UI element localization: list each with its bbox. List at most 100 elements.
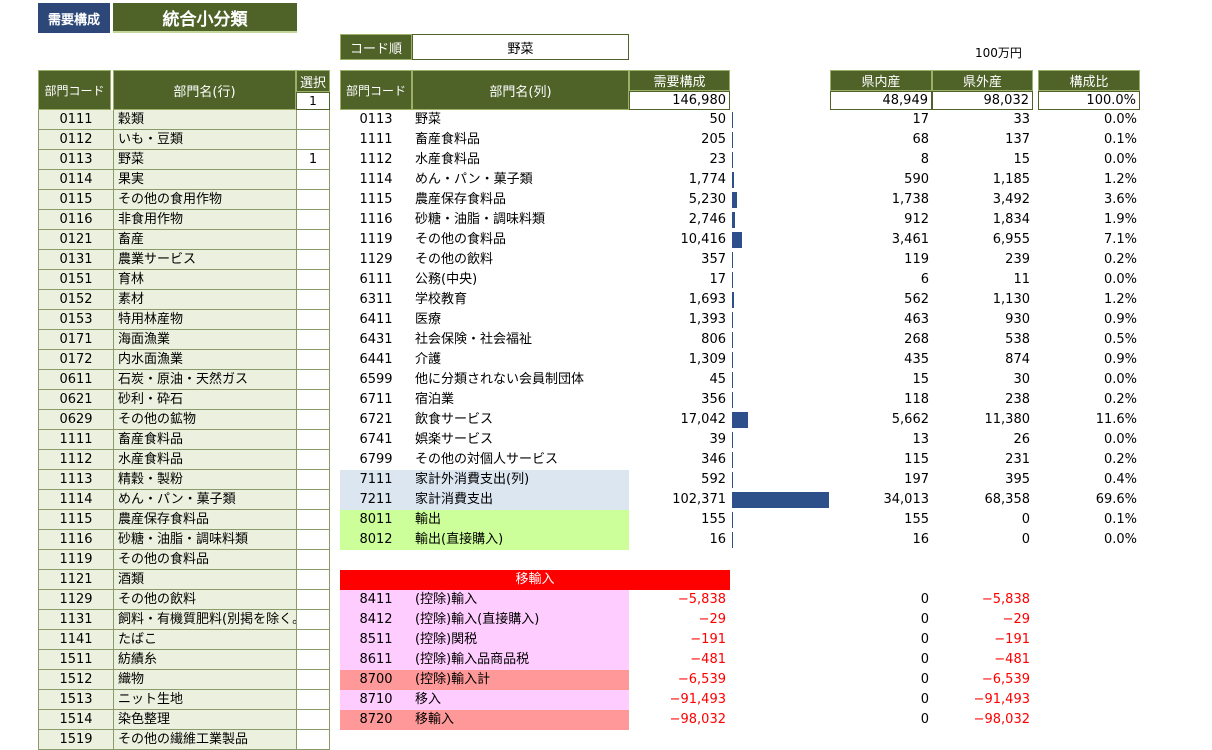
left-row-name[interactable]: 特用林産物 xyxy=(113,310,296,330)
left-row-code[interactable]: 0171 xyxy=(38,330,113,350)
code-order-button[interactable]: コード順 xyxy=(340,34,412,60)
left-row-code[interactable]: 0116 xyxy=(38,210,113,230)
left-row-select[interactable] xyxy=(296,590,330,610)
left-row-select[interactable] xyxy=(296,190,330,210)
left-row-select[interactable] xyxy=(296,310,330,330)
left-row-select[interactable] xyxy=(296,570,330,590)
left-row-name[interactable]: その他の鉱物 xyxy=(113,410,296,430)
left-row-code[interactable]: 0113 xyxy=(38,150,113,170)
left-row-select[interactable] xyxy=(296,250,330,270)
left-row-code[interactable]: 0114 xyxy=(38,170,113,190)
left-row-code[interactable]: 1121 xyxy=(38,570,113,590)
left-row-name[interactable]: 農業サービス xyxy=(113,250,296,270)
left-row-name[interactable]: 織物 xyxy=(113,670,296,690)
left-row-code[interactable]: 1513 xyxy=(38,690,113,710)
left-row-select[interactable] xyxy=(296,350,330,370)
left-row-name[interactable]: 農産保存食料品 xyxy=(113,510,296,530)
left-row-name[interactable]: ニット生地 xyxy=(113,690,296,710)
left-row-code[interactable]: 1519 xyxy=(38,730,113,750)
left-row-select[interactable] xyxy=(296,430,330,450)
left-row-name[interactable]: 砂利・砕石 xyxy=(113,390,296,410)
left-row-code[interactable]: 1512 xyxy=(38,670,113,690)
left-row-name[interactable]: 果実 xyxy=(113,170,296,190)
demand-structure-tab[interactable]: 需要構成 xyxy=(38,3,110,33)
left-row-name[interactable]: 野菜 xyxy=(113,150,296,170)
left-row-code[interactable]: 1129 xyxy=(38,590,113,610)
left-row-select[interactable] xyxy=(296,490,330,510)
left-row-select[interactable] xyxy=(296,290,330,310)
left-row-code[interactable]: 0112 xyxy=(38,130,113,150)
left-row-select[interactable] xyxy=(296,210,330,230)
left-row-name[interactable]: 畜産食料品 xyxy=(113,430,296,450)
left-row-select[interactable]: 1 xyxy=(296,150,330,170)
left-row-name[interactable]: その他の食料品 xyxy=(113,550,296,570)
left-row-name[interactable]: 畜産 xyxy=(113,230,296,250)
left-row-name[interactable]: 海面漁業 xyxy=(113,330,296,350)
left-row-name[interactable]: 内水面漁業 xyxy=(113,350,296,370)
left-row-code[interactable]: 0611 xyxy=(38,370,113,390)
left-row-code[interactable]: 0153 xyxy=(38,310,113,330)
left-row-code[interactable]: 0629 xyxy=(38,410,113,430)
left-row-name[interactable]: 染色整理 xyxy=(113,710,296,730)
left-row-select[interactable] xyxy=(296,410,330,430)
left-row-name[interactable]: その他の繊維工業製品 xyxy=(113,730,296,750)
left-row-select[interactable] xyxy=(296,230,330,250)
left-row-name[interactable]: たばこ xyxy=(113,630,296,650)
left-row-select[interactable] xyxy=(296,510,330,530)
left-row-name[interactable]: その他の飲料 xyxy=(113,590,296,610)
left-row-name[interactable]: 石炭・原油・天然ガス xyxy=(113,370,296,390)
left-row-name[interactable]: いも・豆類 xyxy=(113,130,296,150)
left-row-code[interactable]: 0621 xyxy=(38,390,113,410)
left-row-name[interactable]: 紡績糸 xyxy=(113,650,296,670)
left-row-name[interactable]: めん・パン・菓子類 xyxy=(113,490,296,510)
left-row-select[interactable] xyxy=(296,710,330,730)
left-row-code[interactable]: 1514 xyxy=(38,710,113,730)
left-row-code[interactable]: 1111 xyxy=(38,430,113,450)
left-row-code[interactable]: 0121 xyxy=(38,230,113,250)
left-row-code[interactable]: 1131 xyxy=(38,610,113,630)
left-row-code[interactable]: 1115 xyxy=(38,510,113,530)
left-row-select[interactable] xyxy=(296,730,330,750)
left-row-code[interactable]: 0151 xyxy=(38,270,113,290)
left-row-name[interactable]: 育林 xyxy=(113,270,296,290)
left-row-name[interactable]: 水産食料品 xyxy=(113,450,296,470)
left-row-code[interactable]: 0131 xyxy=(38,250,113,270)
left-row-name[interactable]: 穀類 xyxy=(113,110,296,130)
left-row-select[interactable] xyxy=(296,610,330,630)
left-row-select[interactable] xyxy=(296,670,330,690)
left-row-select[interactable] xyxy=(296,650,330,670)
left-row-select[interactable] xyxy=(296,330,330,350)
left-row-select[interactable] xyxy=(296,550,330,570)
left-row-name[interactable]: 非食用作物 xyxy=(113,210,296,230)
left-row-select[interactable] xyxy=(296,470,330,490)
left-row-select[interactable] xyxy=(296,170,330,190)
left-row-code[interactable]: 0111 xyxy=(38,110,113,130)
left-row-code[interactable]: 1114 xyxy=(38,490,113,510)
left-row-code[interactable]: 1113 xyxy=(38,470,113,490)
left-row-name[interactable]: 精穀・製粉 xyxy=(113,470,296,490)
left-row-name[interactable]: 酒類 xyxy=(113,570,296,590)
left-row-select[interactable] xyxy=(296,530,330,550)
left-row-code[interactable]: 0152 xyxy=(38,290,113,310)
left-row-select[interactable] xyxy=(296,130,330,150)
select-value-input[interactable]: 1 xyxy=(296,92,330,110)
left-row-name[interactable]: 砂糖・油脂・調味料類 xyxy=(113,530,296,550)
left-row-code[interactable]: 1119 xyxy=(38,550,113,570)
left-row-select[interactable] xyxy=(296,370,330,390)
left-row-code[interactable]: 0172 xyxy=(38,350,113,370)
selected-sector-field[interactable]: 野菜 xyxy=(412,34,629,60)
left-row-select[interactable] xyxy=(296,630,330,650)
left-row-code[interactable]: 1116 xyxy=(38,530,113,550)
left-row-select[interactable] xyxy=(296,690,330,710)
left-row-name[interactable]: 飼料・有機質肥料(別掲を除く。) xyxy=(113,610,296,630)
left-row-select[interactable] xyxy=(296,450,330,470)
left-row-select[interactable] xyxy=(296,390,330,410)
left-row-code[interactable]: 0115 xyxy=(38,190,113,210)
left-row-name[interactable]: その他の食用作物 xyxy=(113,190,296,210)
left-row-code[interactable]: 1112 xyxy=(38,450,113,470)
left-row-select[interactable] xyxy=(296,270,330,290)
left-row-code[interactable]: 1511 xyxy=(38,650,113,670)
left-row-select[interactable] xyxy=(296,110,330,130)
left-row-code[interactable]: 1141 xyxy=(38,630,113,650)
left-row-name[interactable]: 素材 xyxy=(113,290,296,310)
